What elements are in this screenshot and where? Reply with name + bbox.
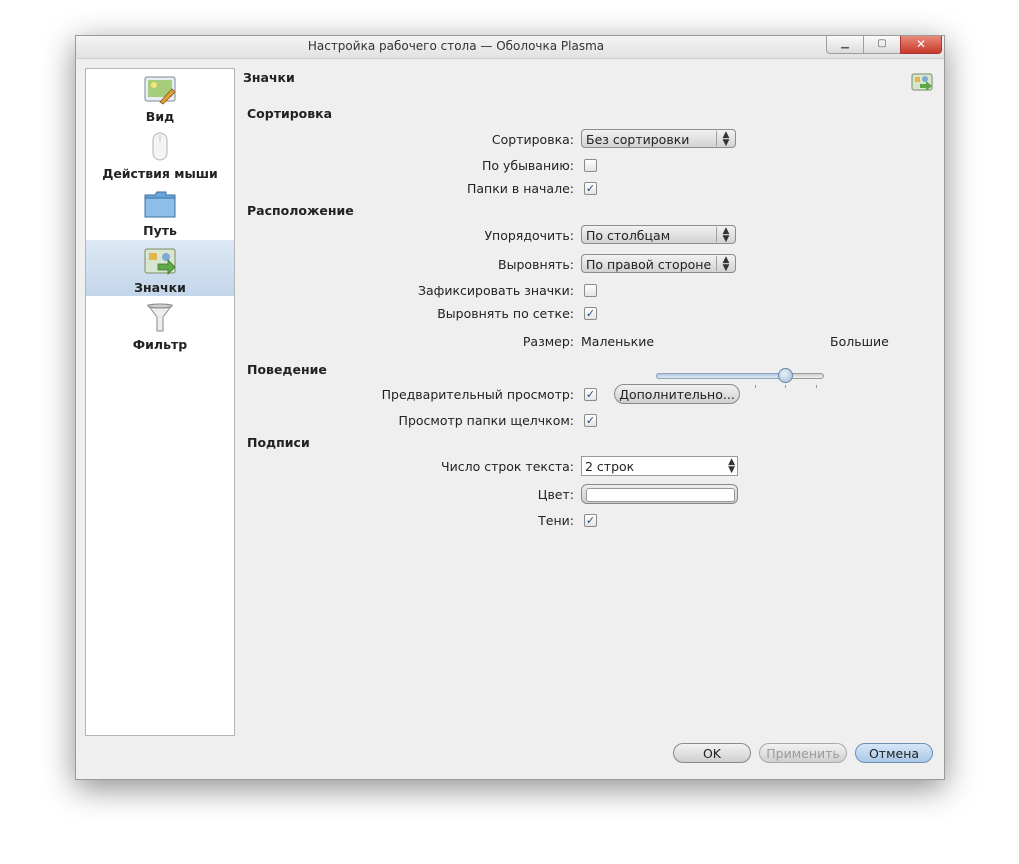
- title-bar[interactable]: Настройка рабочего стола — Оболочка Plas…: [76, 36, 944, 59]
- text-lines-spinbox[interactable]: 2 строк ▲ ▼: [581, 456, 738, 476]
- size-min-label: Маленькие: [581, 334, 655, 349]
- size-slider-fill: [656, 373, 787, 379]
- settings-window: Настройка рабочего стола — Оболочка Plas…: [75, 35, 945, 780]
- align-combobox[interactable]: По правой стороне ▲ ▼: [581, 254, 736, 273]
- text-lines-label: Число строк текста:: [441, 459, 574, 474]
- section-captions: Подписи: [247, 435, 310, 450]
- arrange-order-label: Упорядочить:: [484, 228, 574, 243]
- minimize-button[interactable]: ▁: [826, 36, 864, 54]
- align-value: По правой стороне: [586, 257, 712, 272]
- shadows-label: Тени:: [538, 513, 574, 528]
- sidebar: Вид Действия мыши Путь Значки Фильтр: [85, 68, 235, 736]
- lock-icons-label: Зафиксировать значки:: [417, 283, 574, 298]
- page-title: Значки: [243, 70, 295, 85]
- slider-tick: [785, 385, 786, 388]
- chevron-updown-icon: ▲ ▼: [728, 457, 735, 475]
- chevron-updown-icon: ▲ ▼: [716, 131, 735, 148]
- sidebar-item-view[interactable]: Вид: [86, 69, 234, 125]
- section-sorting: Сортировка: [247, 106, 333, 121]
- size-label: Размер:: [522, 334, 574, 349]
- sidebar-item-icons[interactable]: Значки: [86, 240, 234, 296]
- icons-icon: [911, 73, 933, 91]
- sidebar-item-label: Фильтр: [132, 337, 188, 352]
- section-behavior: Поведение: [247, 362, 327, 377]
- folder-view-label: Просмотр папки щелчком:: [398, 413, 574, 428]
- align-grid-checkbox[interactable]: ✓: [584, 307, 597, 320]
- preview-checkbox[interactable]: ✓: [584, 388, 597, 401]
- folder-icon: [144, 191, 176, 218]
- sidebar-item-label: Путь: [143, 223, 177, 238]
- sort-value: Без сортировки: [586, 132, 690, 147]
- arrange-order-combobox[interactable]: По столбцам ▲ ▼: [581, 225, 736, 244]
- slider-tick: [816, 385, 817, 388]
- sort-label: Сортировка:: [491, 132, 574, 147]
- mouse-icon: [152, 132, 168, 161]
- slider-tick: [755, 385, 756, 388]
- folder-view-checkbox[interactable]: ✓: [584, 414, 597, 427]
- folders-first-checkbox[interactable]: ✓: [584, 182, 597, 195]
- settings-page: Значки Сортировка Сортировка: Без сортир…: [236, 66, 936, 746]
- align-label: Выровнять:: [498, 257, 574, 272]
- ok-label: OK: [702, 746, 722, 761]
- close-button[interactable]: ✕: [900, 36, 942, 54]
- descending-checkbox[interactable]: [584, 159, 597, 172]
- color-button[interactable]: [581, 484, 738, 504]
- maximize-button[interactable]: ▢: [863, 36, 901, 54]
- size-max-label: Большие: [830, 334, 889, 349]
- align-grid-label: Выровнять по сетке:: [437, 306, 574, 321]
- apply-button[interactable]: Применить: [759, 743, 847, 763]
- window-title: Настройка рабочего стола — Оболочка Plas…: [307, 39, 605, 53]
- text-lines-value: 2 строк: [585, 459, 635, 474]
- sidebar-item-label: Значки: [134, 280, 186, 295]
- sidebar-item-mouse-actions[interactable]: Действия мыши: [86, 126, 234, 182]
- descending-label: По убыванию:: [481, 158, 574, 173]
- sort-combobox[interactable]: Без сортировки ▲ ▼: [581, 129, 736, 148]
- cancel-button[interactable]: Отмена: [855, 743, 933, 763]
- sidebar-item-path[interactable]: Путь: [86, 183, 234, 239]
- icons-icon: [144, 248, 176, 275]
- chevron-updown-icon: ▲ ▼: [716, 227, 735, 244]
- filter-icon: [147, 303, 173, 332]
- chevron-updown-icon: ▲ ▼: [716, 256, 735, 273]
- ok-button[interactable]: OK: [673, 743, 751, 763]
- sidebar-item-filter[interactable]: Фильтр: [86, 297, 234, 353]
- shadows-checkbox[interactable]: ✓: [584, 514, 597, 527]
- appearance-icon: [144, 76, 176, 105]
- lock-icons-checkbox[interactable]: [584, 284, 597, 297]
- color-label: Цвет:: [537, 487, 574, 502]
- more-settings-button[interactable]: Дополнительно...: [614, 384, 740, 404]
- folders-first-label: Папки в начале:: [467, 181, 574, 196]
- size-slider-handle[interactable]: [778, 368, 793, 383]
- arrange-order-value: По столбцам: [586, 228, 671, 243]
- color-swatch: [586, 488, 735, 502]
- preview-label: Предварительный просмотр:: [381, 387, 574, 402]
- sidebar-item-label: Действия мыши: [102, 166, 218, 181]
- section-arrangement: Расположение: [247, 203, 354, 218]
- sidebar-item-label: Вид: [145, 109, 175, 124]
